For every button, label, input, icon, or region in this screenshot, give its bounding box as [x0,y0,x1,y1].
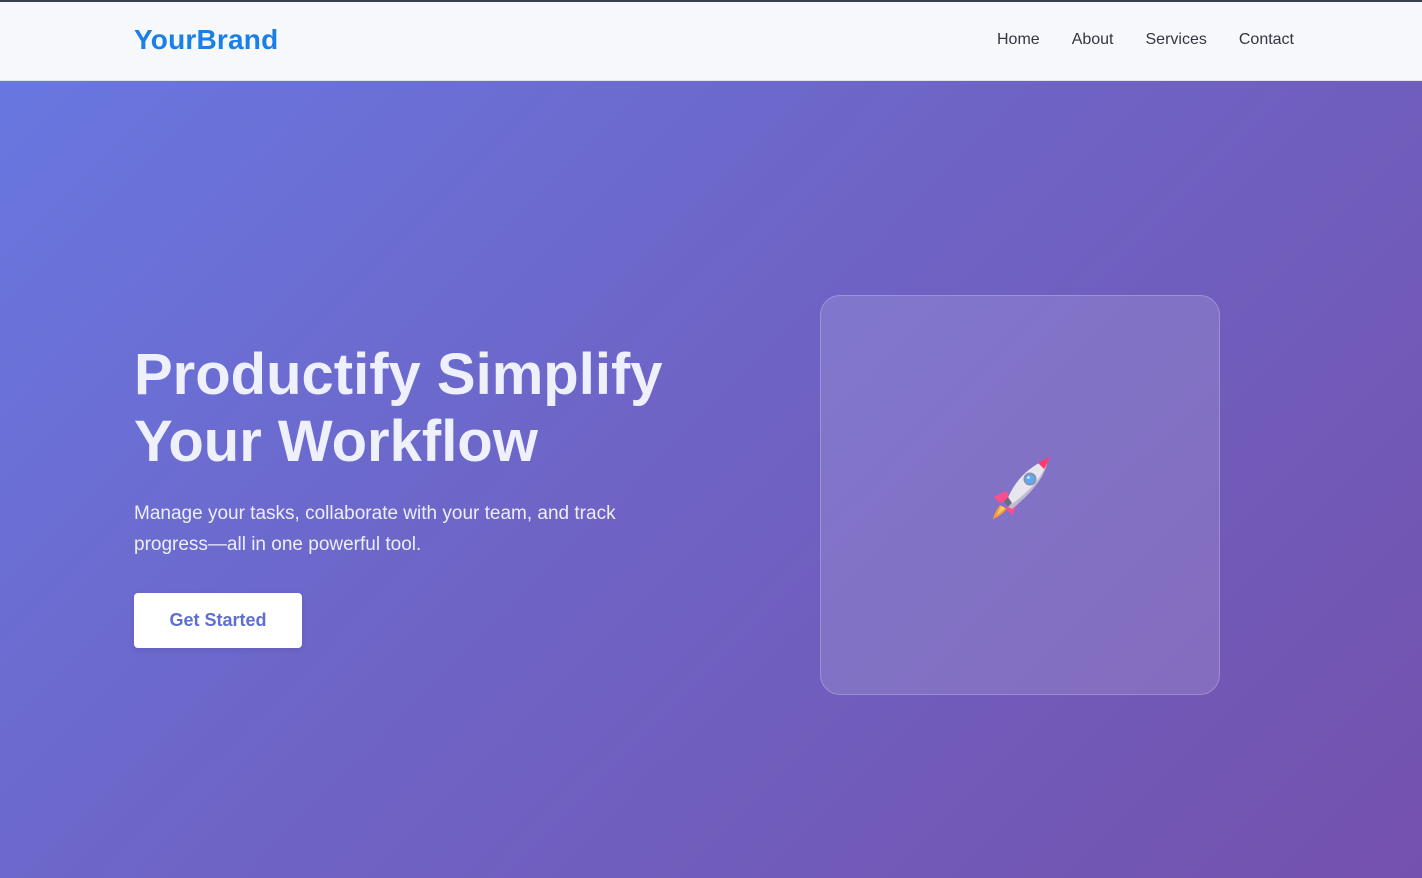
get-started-button[interactable]: Get Started [134,593,302,648]
hero-subtitle: Manage your tasks, collaborate with your… [134,503,616,555]
nav-link-contact[interactable]: Contact [1239,31,1294,49]
nav-links: Home About Services Contact [997,31,1294,49]
hero-title: Productify Simplify Your Workflow [134,342,663,474]
rocket-icon [993,457,1050,519]
nav-link-services[interactable]: Services [1146,31,1207,49]
navbar: YourBrand Home About Services Contact [0,2,1422,81]
hero-illustration-card [820,295,1220,695]
nav-link-about[interactable]: About [1072,31,1114,49]
brand-logo[interactable]: YourBrand [134,24,278,56]
hero-section: Productify Simplify Your Workflow Manage… [0,81,1422,878]
nav-link-home[interactable]: Home [997,31,1040,49]
